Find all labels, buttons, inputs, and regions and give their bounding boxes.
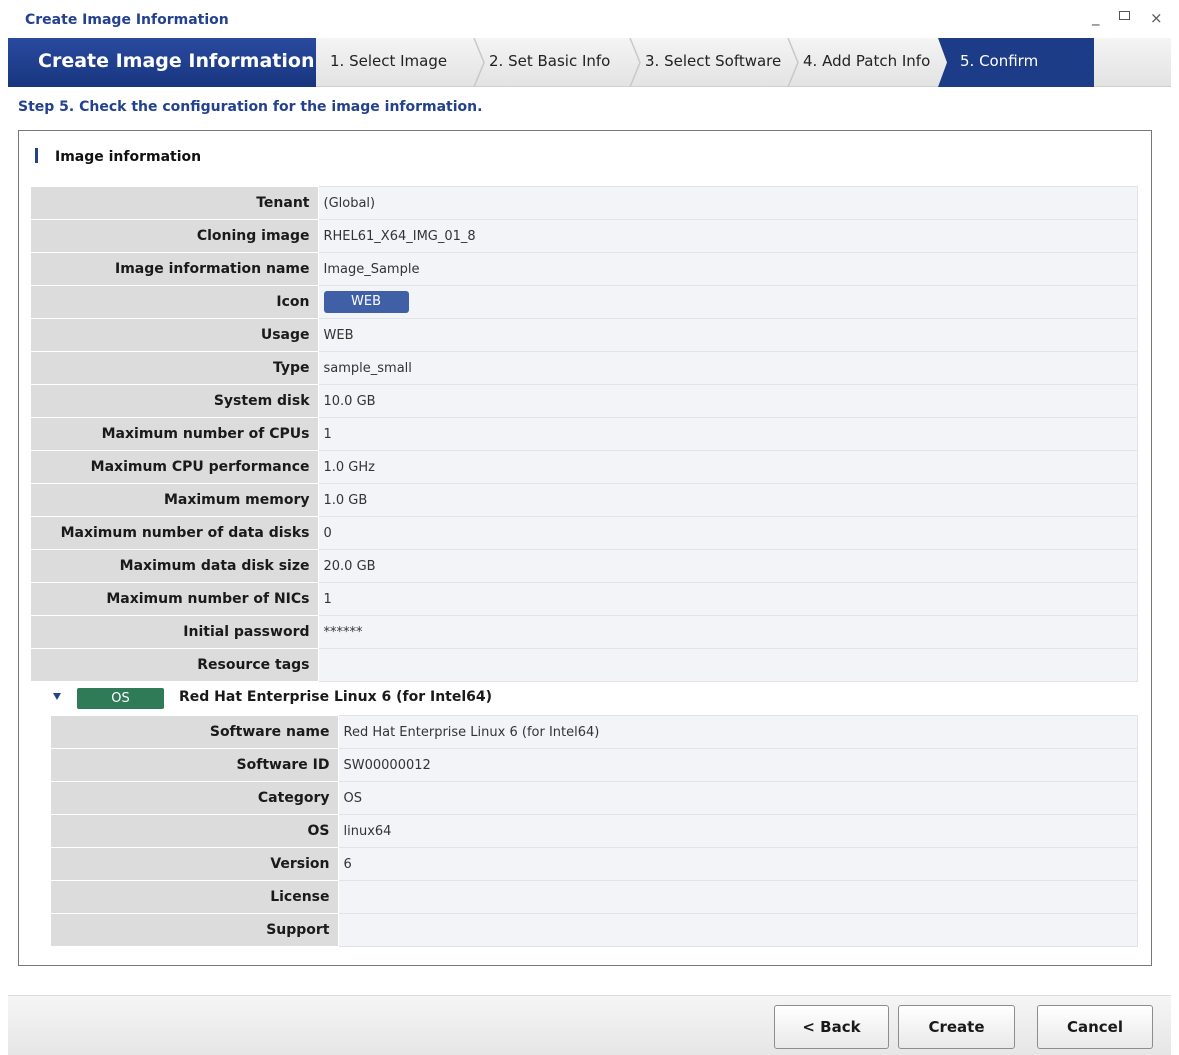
table-row: Support (51, 913, 1138, 947)
step-confirm-active: 5. Confirm (938, 38, 1094, 87)
section-marker-icon (35, 148, 38, 163)
row-value: OS (337, 781, 1138, 815)
table-row: Icon WEB (31, 285, 1138, 319)
table-row: Tenant (Global) (31, 186, 1138, 220)
row-label: Tenant (31, 186, 319, 220)
wizard-step-bar: Create Image Information 1. Select Image… (8, 38, 1171, 87)
table-row: Software name Red Hat Enterprise Linux 6 … (51, 715, 1138, 749)
step-heading: Step 5. Check the configuration for the … (18, 99, 483, 115)
create-button[interactable]: Create (898, 1005, 1015, 1049)
row-label: Maximum memory (31, 483, 319, 517)
table-row: Resource tags (31, 648, 1138, 682)
image-info-table: Tenant (Global) Cloning image RHEL61_X64_I… (31, 186, 1138, 682)
row-label: Software ID (51, 748, 339, 782)
row-label: Maximum number of NICs (31, 582, 319, 616)
row-value: Red Hat Enterprise Linux 6 (for Intel64) (337, 715, 1138, 749)
confirm-panel: Image information Tenant (Global) Cloning… (18, 130, 1152, 966)
software-info-table: Software name Red Hat Enterprise Linux 6 … (51, 715, 1138, 947)
table-row: Maximum number of data disks 0 (31, 516, 1138, 550)
row-value: WEB (317, 285, 1138, 319)
section-header: Image information (35, 148, 201, 165)
row-label: Support (51, 913, 339, 947)
step-select-image: 1. Select Image (330, 52, 448, 70)
close-icon[interactable]: × (1150, 9, 1163, 27)
row-value: 1 (317, 417, 1138, 451)
cancel-button[interactable]: Cancel (1037, 1005, 1153, 1049)
row-label: Initial password (31, 615, 319, 649)
row-value: 20.0 GB (317, 549, 1138, 583)
row-value (337, 880, 1138, 914)
minimize-icon[interactable]: _ (1092, 8, 1100, 26)
step-separator-icon (629, 38, 641, 87)
row-label: Software name (51, 715, 339, 749)
web-icon-badge: WEB (323, 291, 409, 313)
table-row: Usage WEB (31, 318, 1138, 352)
row-value: SW00000012 (337, 748, 1138, 782)
row-value (317, 648, 1138, 682)
step-set-basic-info: 2. Set Basic Info (489, 52, 611, 70)
table-row: OS linux64 (51, 814, 1138, 848)
row-value: 1 (317, 582, 1138, 616)
step-select-software: 3. Select Software (645, 52, 782, 70)
software-title: Red Hat Enterprise Linux 6 (for Intel64) (179, 689, 493, 705)
step-add-patch-info: 4. Add Patch Info (803, 52, 931, 70)
row-value: RHEL61_X64_IMG_01_8 (317, 219, 1138, 253)
row-value: 6 (337, 847, 1138, 881)
row-value: 0 (317, 516, 1138, 550)
row-label: Category (51, 781, 339, 815)
button-footer: < Back Create Cancel (8, 995, 1171, 1055)
row-value: ****** (317, 615, 1138, 649)
row-label: Maximum CPU performance (31, 450, 319, 484)
software-section-header: OS Red Hat Enterprise Linux 6 (for Intel… (53, 685, 1053, 711)
row-value: sample_small (317, 351, 1138, 385)
window-title: Create Image Information (25, 12, 229, 28)
table-row: Category OS (51, 781, 1138, 815)
row-value: linux64 (337, 814, 1138, 848)
row-label: Version (51, 847, 339, 881)
table-row: License (51, 880, 1138, 914)
row-value: 10.0 GB (317, 384, 1138, 418)
collapse-triangle-icon[interactable] (53, 693, 61, 700)
table-row: Type sample_small (31, 351, 1138, 385)
step-separator-icon (787, 38, 799, 87)
row-value: 1.0 GB (317, 483, 1138, 517)
wizard-title: Create Image Information (8, 38, 316, 87)
row-value: WEB (317, 318, 1138, 352)
section-title: Image information (55, 149, 202, 165)
row-label: Cloning image (31, 219, 319, 253)
table-row: Maximum CPU performance 1.0 GHz (31, 450, 1138, 484)
maximize-icon[interactable] (1119, 11, 1130, 20)
back-button[interactable]: < Back (774, 1005, 889, 1049)
row-label: Icon (31, 285, 319, 319)
row-label: Maximum number of data disks (31, 516, 319, 550)
row-value: 1.0 GHz (317, 450, 1138, 484)
table-row: Image information name Image_Sample (31, 252, 1138, 286)
row-value: (Global) (317, 186, 1138, 220)
row-label: Type (31, 351, 319, 385)
row-label: Maximum data disk size (31, 549, 319, 583)
row-label: Image information name (31, 252, 319, 286)
step-separator-icon (473, 38, 485, 87)
row-label: Maximum number of CPUs (31, 417, 319, 451)
row-value (337, 913, 1138, 947)
table-row: System disk 10.0 GB (31, 384, 1138, 418)
table-row: Software ID SW00000012 (51, 748, 1138, 782)
table-row: Version 6 (51, 847, 1138, 881)
row-label: Usage (31, 318, 319, 352)
table-row: Maximum data disk size 20.0 GB (31, 549, 1138, 583)
row-label: System disk (31, 384, 319, 418)
row-label: Resource tags (31, 648, 319, 682)
table-row: Maximum number of NICs 1 (31, 582, 1138, 616)
table-row: Cloning image RHEL61_X64_IMG_01_8 (31, 219, 1138, 253)
row-label: OS (51, 814, 339, 848)
os-category-badge: OS (77, 688, 164, 709)
table-row: Maximum memory 1.0 GB (31, 483, 1138, 517)
table-row: Initial password ****** (31, 615, 1138, 649)
row-label: License (51, 880, 339, 914)
table-row: Maximum number of CPUs 1 (31, 417, 1138, 451)
row-value: Image_Sample (317, 252, 1138, 286)
window-titlebar: Create Image Information _ × (0, 0, 1179, 38)
